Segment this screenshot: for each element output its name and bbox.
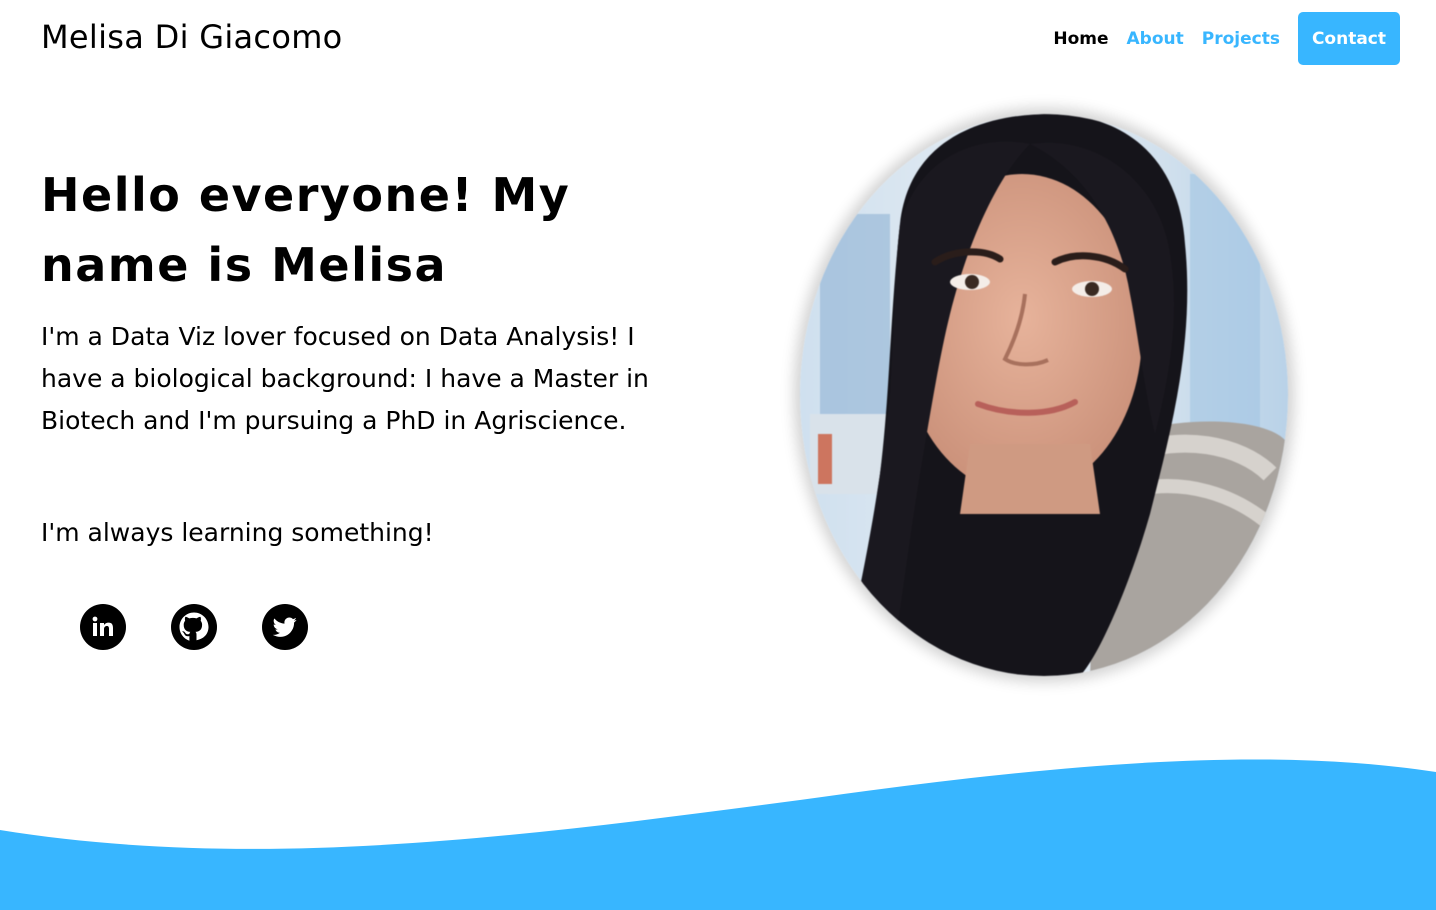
hero-heading: Hello everyone! My name is Melisa [41, 168, 571, 292]
decorative-wave [0, 740, 1436, 910]
github-icon[interactable] [171, 604, 217, 650]
profile-photo [800, 114, 1288, 676]
nav-about-link[interactable]: About [1127, 29, 1184, 49]
nav-projects-link[interactable]: Projects [1202, 29, 1280, 49]
social-links [80, 604, 308, 650]
linkedin-icon[interactable] [80, 604, 126, 650]
twitter-icon[interactable] [262, 604, 308, 650]
main-nav: Home About Projects Contact [1053, 12, 1400, 65]
nav-contact-button[interactable]: Contact [1297, 12, 1400, 65]
site-header: Melisa Di Giacomo Home About Projects Co… [0, 0, 1436, 78]
nav-home-link[interactable]: Home [1053, 29, 1108, 49]
hero-tagline: I'm always learning something! [41, 518, 434, 547]
page: Melisa Di Giacomo Home About Projects Co… [0, 0, 1436, 910]
brand-name[interactable]: Melisa Di Giacomo [41, 18, 343, 56]
hero-intro: I'm a Data Viz lover focused on Data Ana… [41, 322, 649, 435]
